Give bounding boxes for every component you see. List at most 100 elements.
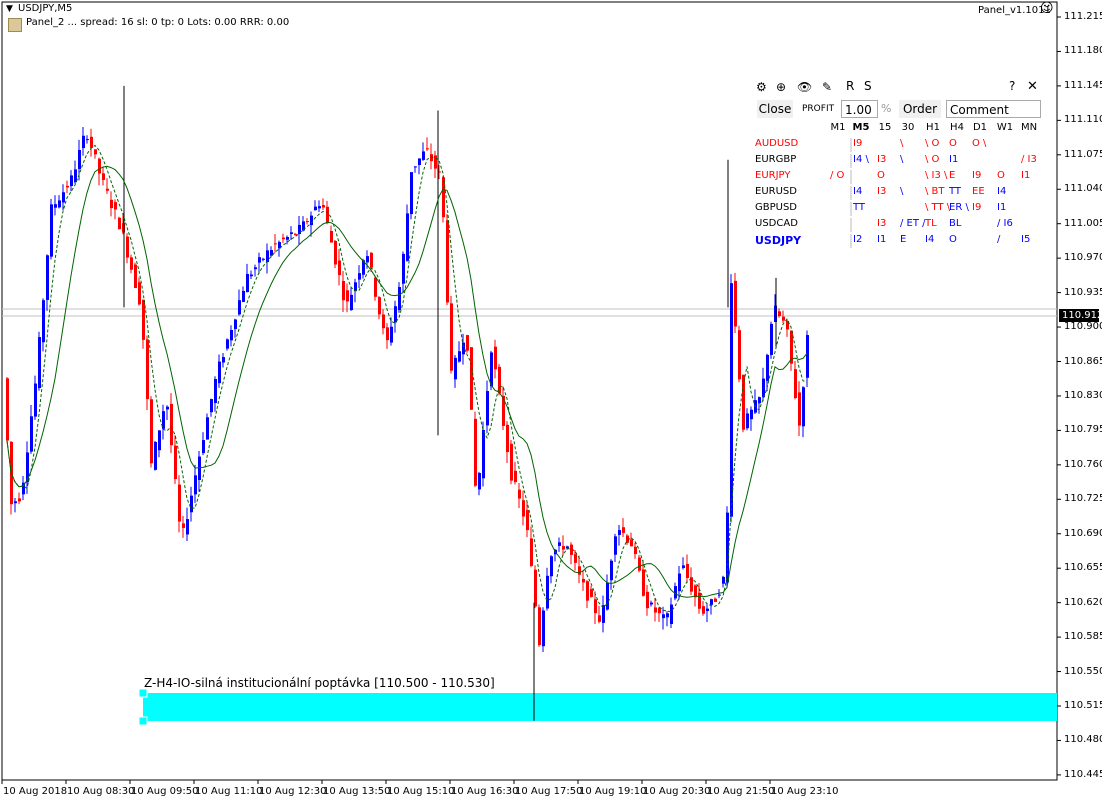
- signal-cell: I3: [877, 218, 887, 229]
- help-icon[interactable]: ?: [1009, 79, 1015, 93]
- candle-body: [366, 256, 369, 263]
- candle-body: [550, 556, 553, 577]
- price-tick-label: 110.760: [1064, 458, 1102, 470]
- candle-body: [318, 206, 321, 209]
- candle-body: [718, 594, 721, 596]
- candle-body: [450, 303, 453, 371]
- signal-cell: O: [949, 138, 957, 149]
- demand-zone[interactable]: [143, 693, 1057, 721]
- candle-body: [726, 512, 729, 583]
- candle-body: [598, 615, 601, 622]
- timeframe-d1[interactable]: D1: [968, 122, 992, 133]
- candle-body: [106, 188, 109, 191]
- price-tick-label: 110.970: [1064, 252, 1102, 264]
- candle-body: [794, 369, 797, 399]
- candle-body: [466, 335, 469, 351]
- comment-input[interactable]: Comment: [946, 100, 1041, 118]
- signal-cell: EE: [972, 186, 985, 197]
- signal-row[interactable]: USDCAD I3 / ET / TL BL / I6: [755, 218, 1045, 233]
- candle-body: [522, 500, 525, 517]
- panel-toggle-icon[interactable]: [8, 18, 22, 32]
- candle-body: [46, 255, 49, 300]
- candle-body: [130, 257, 133, 270]
- candle-body: [386, 327, 389, 341]
- symbol-label[interactable]: USDJPY: [755, 234, 801, 247]
- candle-body: [782, 316, 785, 321]
- candle-body: [422, 151, 425, 160]
- signal-row[interactable]: USDJPY I2 I1 E I4 O / I5: [755, 234, 1045, 249]
- zone-handle[interactable]: [138, 716, 148, 726]
- signal-row[interactable]: EURGBP I4 \ I3 \ \ O I1 / I3: [755, 154, 1045, 169]
- candle-body: [674, 586, 677, 599]
- signal-row[interactable]: EURJPY / O O \ I3 \ E I9 O I1: [755, 170, 1045, 185]
- signal-cell: I1: [949, 154, 959, 165]
- signal-cell: I9: [972, 170, 982, 181]
- candle-body: [490, 352, 493, 387]
- toolbar-r[interactable]: R: [846, 79, 854, 93]
- symbol-label[interactable]: GBPUSD: [755, 202, 797, 213]
- candle-body: [174, 445, 177, 480]
- timeframe-h1[interactable]: H1: [921, 122, 945, 133]
- candle-body: [186, 519, 189, 535]
- timeframe-h4[interactable]: H4: [945, 122, 969, 133]
- pencil-icon[interactable]: ✎: [822, 80, 832, 94]
- candle-body: [686, 563, 689, 578]
- time-tick-label: 10 Aug 20:30: [643, 786, 711, 797]
- candle-body: [330, 230, 333, 243]
- close-icon[interactable]: ✕: [1027, 79, 1038, 94]
- symbol-label[interactable]: EURGBP: [755, 154, 796, 165]
- candle-body: [346, 290, 349, 302]
- timeframe-15[interactable]: 15: [873, 122, 897, 133]
- candle-body: [394, 306, 397, 323]
- chevron-down-icon[interactable]: ▼: [6, 3, 13, 15]
- candle-body: [534, 569, 537, 607]
- candle-body: [62, 192, 65, 203]
- order-button[interactable]: Order: [899, 100, 941, 118]
- candle-body: [778, 311, 781, 316]
- candle-body: [682, 565, 685, 568]
- candle-body: [6, 378, 9, 441]
- symbol-label[interactable]: USDCAD: [755, 218, 798, 229]
- candle-body: [702, 606, 705, 614]
- signal-cell: I4: [997, 186, 1007, 197]
- time-tick-label: 10 Aug 16:30: [451, 786, 519, 797]
- candle-body: [730, 283, 733, 517]
- candle-body: [654, 607, 657, 613]
- signal-row[interactable]: AUDUSD I9 \ \ O O O \: [755, 138, 1045, 153]
- signal-row[interactable]: EURUSD I4 I3 \ \ BT TT EE I4: [755, 186, 1045, 201]
- symbol-label[interactable]: AUDUSD: [755, 138, 798, 149]
- timeframe-mn[interactable]: MN: [1017, 122, 1041, 133]
- zone-handle[interactable]: [138, 688, 148, 698]
- toolbar-s[interactable]: S: [864, 79, 872, 93]
- candle-body: [770, 323, 773, 355]
- candle-body: [446, 220, 449, 303]
- candle-body: [166, 406, 169, 410]
- timeframe-30[interactable]: 30: [896, 122, 920, 133]
- symbol-label[interactable]: EURUSD: [755, 186, 797, 197]
- timeframe-m5[interactable]: M5: [849, 122, 873, 133]
- percent-label: %: [881, 102, 892, 115]
- candle-body: [238, 300, 241, 315]
- chart-window[interactable]: ▼ USDJPY,M5 Panel_2 ... spread: 16 sl: 0…: [0, 0, 1102, 805]
- symbol-label[interactable]: EURJPY: [755, 170, 790, 181]
- signal-cell: O: [997, 170, 1005, 181]
- price-tick-label: 110.900: [1064, 321, 1102, 333]
- signal-cell: \ TT \: [925, 202, 951, 213]
- timeframe-m1[interactable]: M1: [826, 122, 850, 133]
- price-tick-label: 111.075: [1064, 148, 1102, 160]
- candle-body: [294, 233, 297, 235]
- timeframe-w1[interactable]: W1: [993, 122, 1017, 133]
- candle-body: [326, 206, 329, 224]
- close-button[interactable]: Close: [757, 100, 793, 118]
- target-icon[interactable]: ⊕: [776, 80, 786, 94]
- eye-icon[interactable]: 👁: [797, 80, 812, 94]
- signal-row[interactable]: GBPUSD TT \ TT \ ER \ I9 I1: [755, 202, 1045, 217]
- lots-input[interactable]: 1.00: [841, 100, 878, 118]
- candle-body: [338, 260, 341, 276]
- signal-cell: O: [949, 234, 957, 245]
- candle-body: [158, 430, 161, 451]
- settings-icon[interactable]: ⚙: [756, 80, 767, 94]
- time-tick-label: 10 Aug 19:10: [579, 786, 647, 797]
- candle-body: [458, 351, 461, 362]
- candle-body: [714, 598, 717, 602]
